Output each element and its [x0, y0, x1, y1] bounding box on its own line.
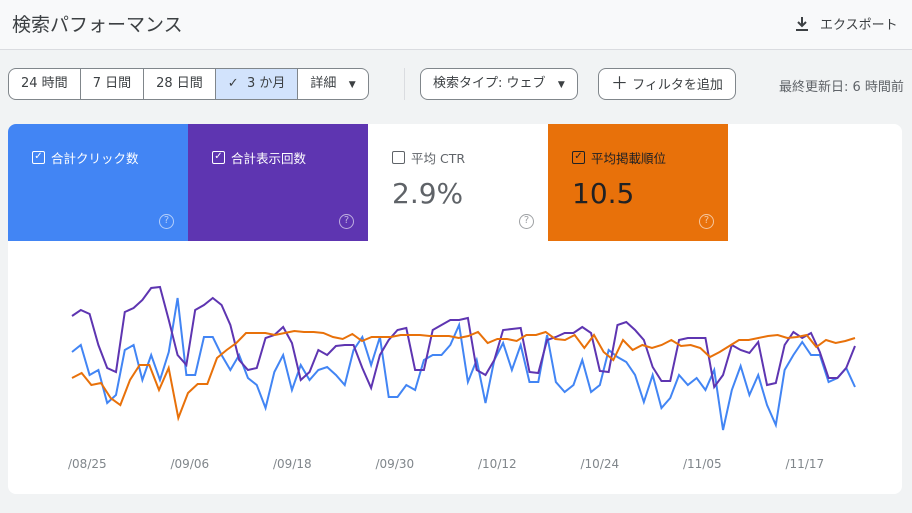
range-7d[interactable]: 7 日間	[81, 69, 145, 99]
add-filter-button[interactable]: ＋ フィルタを追加	[598, 68, 736, 100]
export-button[interactable]: エクスポート	[794, 14, 898, 33]
plus-icon: ＋	[611, 74, 628, 94]
x-tick-label: /08/25	[68, 457, 107, 471]
range-custom[interactable]: 詳細 ▼	[298, 69, 367, 99]
performance-chart: /08/25/09/06/09/18/09/30/10/12/10/24/11/…	[68, 285, 856, 471]
range-custom-label: 詳細	[310, 76, 337, 91]
page-header: 検索パフォーマンス エクスポート	[0, 0, 912, 50]
download-icon	[796, 16, 808, 31]
x-tick-label: /09/30	[376, 457, 415, 471]
search-type-dropdown[interactable]: 検索タイプ: ウェブ ▼	[420, 68, 578, 100]
export-label: エクスポート	[820, 18, 898, 33]
dropdown-arrow-icon: ▼	[557, 80, 565, 90]
page-title: 検索パフォーマンス	[12, 14, 183, 36]
range-28d[interactable]: 28 日間	[144, 69, 216, 99]
divider	[404, 68, 405, 100]
add-filter-label: フィルタを追加	[632, 78, 723, 93]
toolbar: 24 時間 7 日間 28 日間 ✓ 3 か月 詳細 ▼ 検索タイプ: ウェブ …	[0, 51, 912, 123]
x-tick-label: /10/12	[478, 457, 517, 471]
x-tick-label: /09/18	[273, 457, 312, 471]
range-24h[interactable]: 24 時間	[9, 69, 81, 99]
range-3m-label: 3 か月	[246, 76, 286, 91]
last-updated: 最終更新日: 6 時間前	[779, 80, 904, 95]
search-type-label: 検索タイプ: ウェブ	[433, 76, 546, 91]
range-3m[interactable]: ✓ 3 か月	[215, 69, 299, 99]
date-range-selector: 24 時間 7 日間 28 日間 ✓ 3 か月 詳細 ▼	[8, 68, 369, 100]
x-tick-label: /11/17	[786, 457, 825, 471]
performance-card: ✓ 合計クリック数 ? ✓ 合計表示回数 ? 平均 CTR 2.9% ? ✓ 平均掲載…	[8, 124, 902, 494]
check-icon: ✓	[227, 76, 247, 91]
x-tick-label: /11/05	[683, 457, 722, 471]
x-tick-label: /09/06	[171, 457, 210, 471]
dropdown-arrow-icon: ▼	[348, 80, 356, 90]
x-tick-label: /10/24	[581, 457, 620, 471]
series-line-0	[71, 297, 856, 431]
